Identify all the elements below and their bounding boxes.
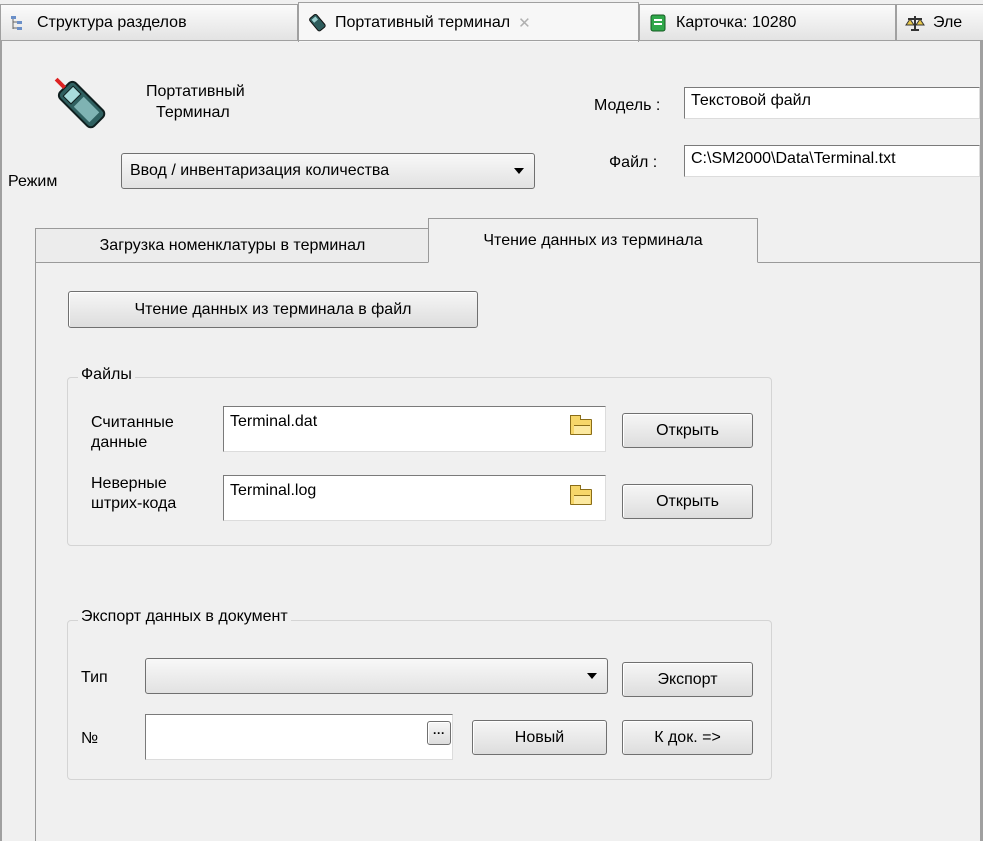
open-label: Открыть [656,492,719,510]
folder-icon [570,415,592,435]
doc-number-field[interactable] [145,714,453,760]
number-label: № [81,730,99,747]
window-left-border [0,41,2,841]
export-label: Экспорт [657,670,718,688]
doc-tab-card[interactable]: Карточка: 10280 [639,4,896,40]
bad-barcodes-label-line2: штрих-кода [91,495,177,512]
read-data-to-file-label: Чтение данных из терминала в файл [134,300,412,318]
tab-label: Чтение данных из терминала [483,231,703,249]
header-title-line1: Портативный [146,83,245,100]
model-label: Модель : [594,97,661,114]
export-button[interactable]: Экспорт [622,662,753,697]
read-data-file-field[interactable]: Terminal.dat [223,406,606,452]
doc-tab-label: Эле [933,13,963,31]
doc-tab-label: Карточка: 10280 [676,13,797,31]
ellipsis-button[interactable]: ··· [427,721,451,745]
open-read-file-button[interactable]: Открыть [622,413,753,448]
file-label: Файл : [609,154,658,171]
chevron-down-icon [514,168,524,174]
mode-label: Режим [8,173,58,190]
ellipsis-icon: ··· [433,726,445,740]
export-group-title: Экспорт данных в документ [78,608,291,626]
file-path-field[interactable]: C:\SM2000\Data\Terminal.txt [684,145,980,177]
go-to-document-button[interactable]: К док. => [622,720,753,755]
scales-icon [905,13,925,33]
new-label: Новый [514,728,565,746]
open-bad-barcodes-button[interactable]: Открыть [622,484,753,519]
chevron-down-icon [587,673,597,679]
tab-label: Загрузка номенклатуры в терминал [99,237,366,254]
read-data-label-line2: данные [91,434,148,451]
browse-bad-barcodes-button[interactable] [566,482,596,512]
to-doc-label: К док. => [654,728,721,746]
bad-barcodes-label-line1: Неверные [91,475,167,492]
mode-select[interactable]: Ввод / инвентаризация количества [121,153,535,189]
terminal-logo-icon [48,76,118,136]
read-data-file-value: Terminal.dat [230,413,318,430]
header-title-line2: Терминал [156,104,230,121]
open-label: Открыть [656,421,719,439]
card-icon [648,13,668,33]
tab-read-data[interactable]: Чтение данных из терминала [428,218,758,263]
bad-barcodes-file-field[interactable]: Terminal.log [223,475,606,521]
files-group-title: Файлы [78,366,135,384]
terminal-icon [307,13,327,33]
read-data-to-file-button[interactable]: Чтение данных из терминала в файл [68,291,478,328]
folder-icon [570,485,592,505]
tab-strip-divider [0,40,983,41]
doc-tab-label: Портативный терминал [335,13,511,31]
browse-read-file-button[interactable] [566,412,596,442]
doc-tab-label: Структура разделов [37,13,187,31]
mode-select-value: Ввод / инвентаризация количества [130,162,390,179]
doc-type-select[interactable] [145,658,608,694]
model-field[interactable]: Текстовой файл [684,87,980,119]
close-icon[interactable]: ✕ [518,14,531,32]
bad-barcodes-label: Неверные штрих-кода [91,474,176,514]
doc-tab-portable-terminal[interactable]: Портативный терминал ✕ [298,2,639,42]
new-document-button[interactable]: Новый [472,720,607,755]
read-data-label-line1: Считанные [91,414,174,431]
read-data-label: Считанные данные [91,413,174,453]
tree-icon [9,13,29,33]
document-tab-strip: Структура разделов Портативный терминал … [0,0,983,42]
doc-tab-other[interactable]: Эле [896,4,983,40]
type-label: Тип [81,669,108,686]
bad-barcodes-file-value: Terminal.log [230,482,317,499]
doc-tab-structure[interactable]: Структура разделов [0,4,298,40]
tab-load-nomenclature[interactable]: Загрузка номенклатуры в терминал [35,228,430,263]
